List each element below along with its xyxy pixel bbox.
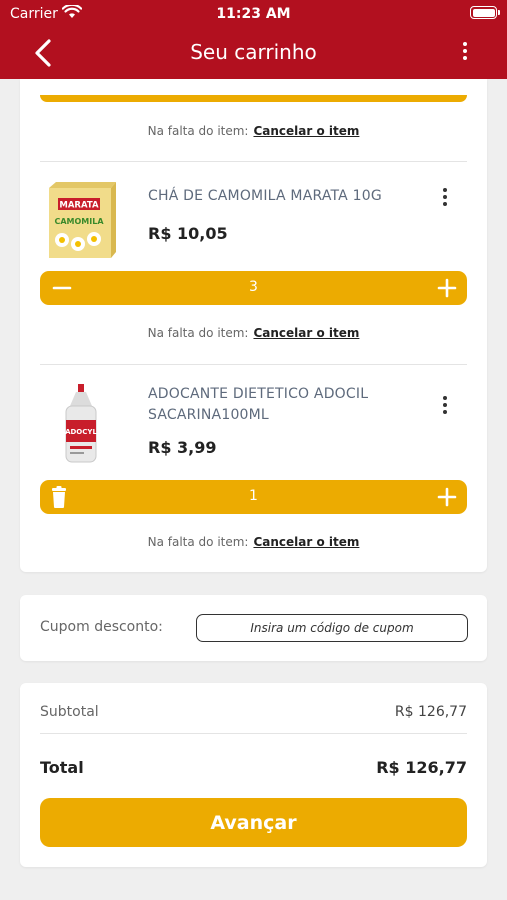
item-divider: [40, 161, 467, 162]
cart-items-card: Na falta do item: Cancelar o item MARATA …: [20, 79, 487, 572]
shortage-option: Na falta do item: Cancelar o item: [20, 124, 487, 138]
shortage-label: Na falta do item:: [147, 535, 249, 549]
svg-text:MARATA: MARATA: [59, 201, 99, 211]
quantity-value: 3: [249, 279, 258, 295]
subtotal-value: R$ 126,77: [394, 704, 467, 720]
item-options-icon[interactable]: [442, 188, 448, 206]
product-name[interactable]: CHÁ DE CAMOMILA MARATA 10G: [148, 186, 418, 207]
previous-item-stepper[interactable]: [40, 95, 467, 102]
cancel-item-link[interactable]: Cancelar o item: [253, 124, 359, 138]
shortage-label: Na falta do item:: [147, 124, 249, 138]
summary-divider: [40, 733, 467, 734]
status-time: 11:23 AM: [216, 6, 291, 22]
plus-icon[interactable]: [435, 480, 459, 514]
cancel-item-link[interactable]: Cancelar o item: [253, 326, 359, 340]
sweetener-bottle-icon: ADOCYL: [65, 384, 97, 463]
svg-text:CAMOMILA: CAMOMILA: [54, 217, 104, 226]
advance-button[interactable]: Avançar: [40, 798, 467, 847]
cancel-item-link[interactable]: Cancelar o item: [253, 535, 359, 549]
product-name[interactable]: ADOCANTE DIETETICO ADOCIL SACARINA100ML: [148, 384, 418, 426]
item-options-icon[interactable]: [442, 396, 448, 414]
total-value: R$ 126,77: [376, 758, 467, 777]
coupon-card: Cupom desconto:: [20, 595, 487, 661]
shortage-option: Na falta do item: Cancelar o item: [20, 535, 487, 549]
battery-icon: [470, 6, 500, 19]
more-options-icon[interactable]: [461, 42, 469, 62]
quantity-value: 1: [249, 488, 258, 504]
plus-icon[interactable]: [435, 271, 459, 305]
app-header: Carrier 11:23 AM Seu carrinho: [0, 0, 507, 79]
total-label: Total: [40, 758, 84, 777]
product-price: R$ 10,05: [148, 224, 228, 243]
shortage-label: Na falta do item:: [147, 326, 249, 340]
shortage-option: Na falta do item: Cancelar o item: [20, 326, 487, 340]
quantity-stepper: 3: [40, 271, 467, 305]
order-summary-card: Subtotal R$ 126,77 Total R$ 126,77 Avanç…: [20, 683, 487, 867]
svg-text:ADOCYL: ADOCYL: [65, 428, 97, 436]
coupon-code-input[interactable]: [196, 614, 468, 642]
subtotal-label: Subtotal: [40, 704, 99, 720]
item-divider: [40, 364, 467, 365]
page-title: Seu carrinho: [190, 40, 317, 64]
coupon-label: Cupom desconto:: [40, 619, 163, 635]
status-bar: Carrier 11:23 AM: [0, 0, 507, 28]
product-price: R$ 3,99: [148, 438, 217, 457]
quantity-stepper: 1: [40, 480, 467, 514]
chamomile-tea-box-icon: MARATA CAMOMILA: [49, 182, 116, 258]
